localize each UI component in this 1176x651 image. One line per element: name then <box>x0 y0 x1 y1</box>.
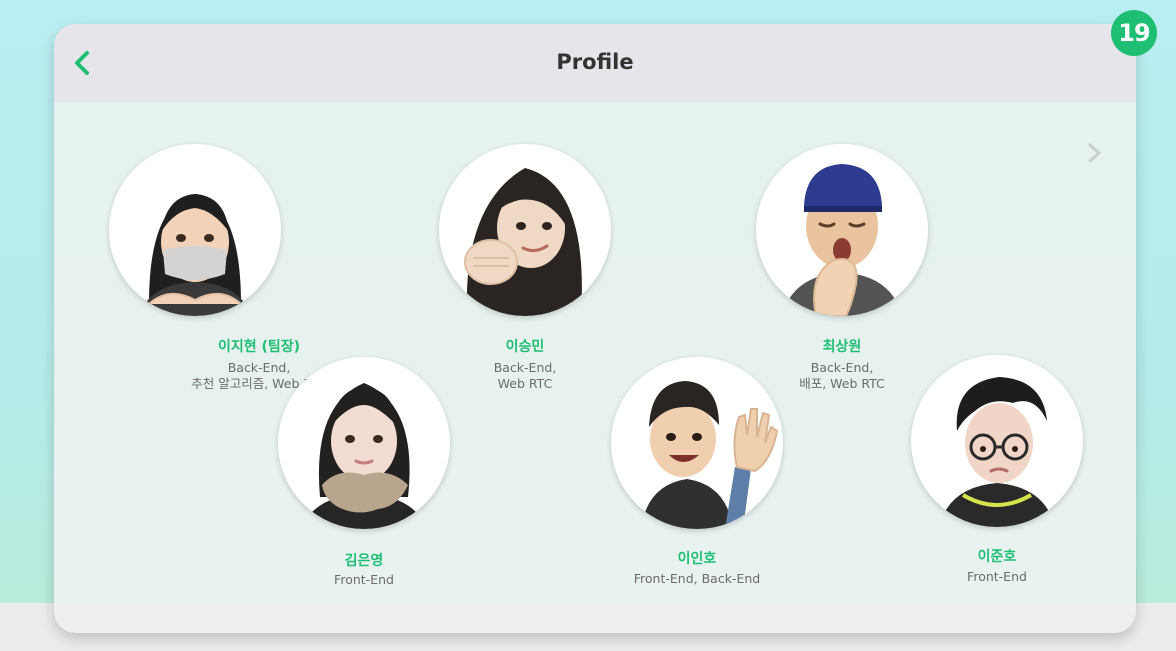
avatar-choi-sangwon[interactable] <box>756 144 928 316</box>
memoji-waving-boy-icon <box>611 357 783 529</box>
member-name: 이인호 <box>677 551 717 567</box>
member-role-line: Back-End, <box>493 360 557 375</box>
memoji-yawning-man-icon <box>756 144 928 316</box>
avatar-lee-jihyun[interactable] <box>109 144 281 316</box>
member-role: Back-End, Web RTC <box>425 360 625 392</box>
member-name: 김은영 <box>344 553 384 569</box>
chevron-right-icon <box>1088 143 1101 163</box>
member-name: 이지현 (팀장) <box>217 339 301 355</box>
member-role-line: Front-End, Back-End <box>633 571 761 586</box>
avatar-lee-seungmin[interactable] <box>439 144 611 316</box>
profile-screen: Profile 이지현 (팀장) Back-End, 추천 알고리즘, Web … <box>54 24 1136 633</box>
member-role-line: Back-End, <box>810 360 874 375</box>
memoji-masked-woman-icon <box>109 144 281 316</box>
avatar-kim-eunyoung[interactable] <box>278 357 450 529</box>
memoji-glasses-man-icon <box>911 355 1083 527</box>
member-name: 최상원 <box>822 339 862 355</box>
memoji-scarf-woman-icon <box>278 357 450 529</box>
member-role: Back-End, 배포, Web RTC <box>742 360 942 392</box>
header-bar: Profile <box>54 24 1136 102</box>
avatar-lee-junho[interactable] <box>911 355 1083 527</box>
footer-strip <box>54 602 1136 633</box>
memoji-fist-woman-icon <box>439 144 611 316</box>
member-role-line: Front-End <box>967 569 1027 584</box>
member-role-line: 배포, Web RTC <box>799 376 885 391</box>
member-role: Front-End, Back-End <box>587 571 807 587</box>
page-number-badge: 19 <box>1111 10 1157 56</box>
member-name: 이준호 <box>977 549 1017 565</box>
member-role-line: Web RTC <box>497 376 553 391</box>
avatar-lee-inho[interactable] <box>611 357 783 529</box>
member-role: Front-End <box>264 572 464 588</box>
member-name: 이승민 <box>505 339 545 355</box>
page-title: Profile <box>556 50 634 74</box>
member-role-line: Front-End <box>334 572 394 587</box>
member-role: Front-End <box>897 569 1097 585</box>
next-button[interactable] <box>1084 139 1106 167</box>
